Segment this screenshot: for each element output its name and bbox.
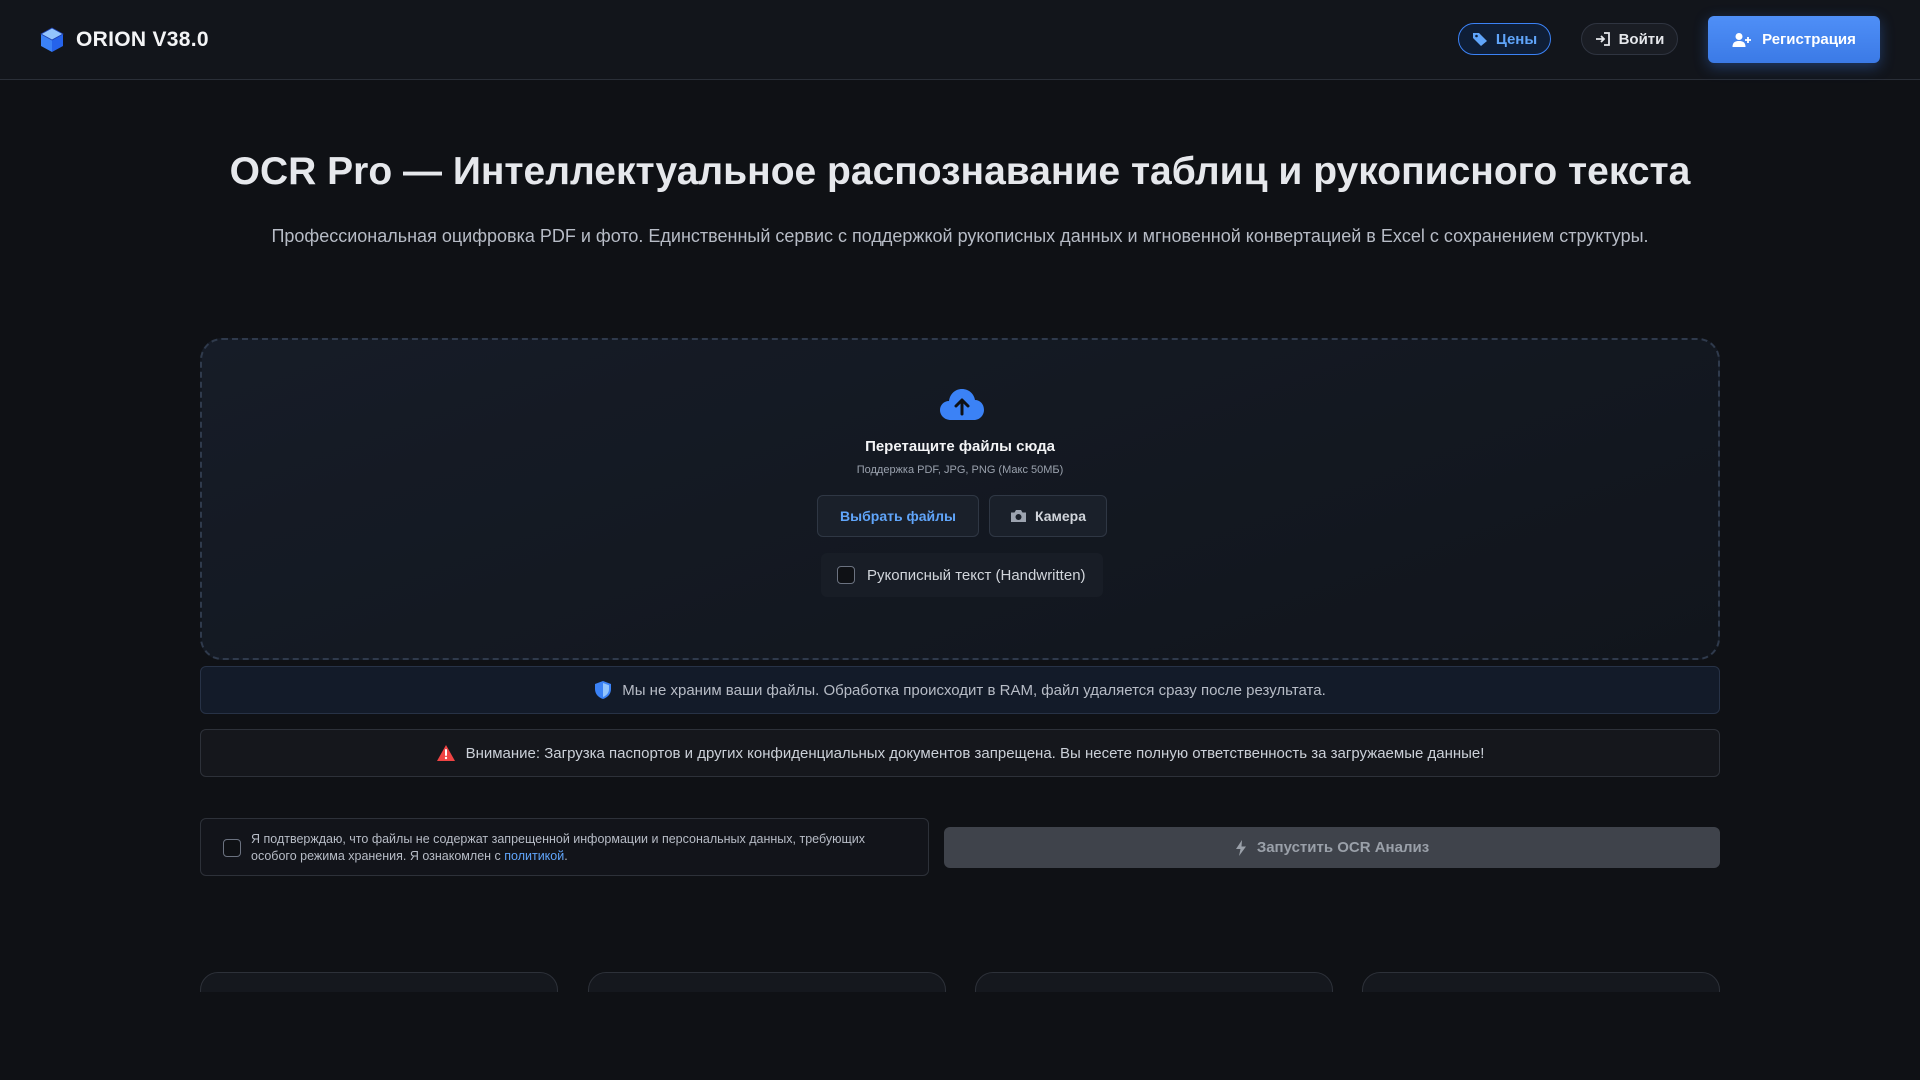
camera-label: Камера: [1035, 508, 1086, 524]
feature-card: [200, 972, 558, 992]
confirm-checkbox[interactable]: [223, 839, 241, 857]
run-ocr-label: Запустить OCR Анализ: [1256, 839, 1430, 856]
dropzone-hint: Поддержка PDF, JPG, PNG (Макс 50МБ): [856, 464, 1064, 476]
bolt-icon: [1235, 839, 1247, 856]
choose-files-button[interactable]: Выбрать файлы: [817, 495, 979, 537]
login-label: Войти: [1618, 30, 1665, 48]
dropzone-title: Перетащите файлы сюда: [865, 438, 1055, 455]
choose-files-label: Выбрать файлы: [840, 508, 956, 524]
privacy-text: Мы не храним ваши файлы. Обработка проис…: [622, 681, 1326, 699]
handwritten-toggle[interactable]: Рукописный текст (Handwritten): [821, 553, 1103, 597]
top-navigation-bar: ORION V38.0 Цены Войти Регистрация: [0, 0, 1920, 80]
brand-logo[interactable]: ORION V38.0: [38, 24, 209, 56]
policy-link[interactable]: политикой: [504, 849, 564, 863]
confirm-text: Я подтверждаю, что файлы не содержат зап…: [251, 831, 911, 865]
brand-name: ORION V38.0: [76, 28, 209, 51]
prices-button[interactable]: Цены: [1458, 23, 1551, 55]
login-button[interactable]: Войти: [1581, 23, 1678, 55]
warning-notice: Внимание: Загрузка паспортов и других ко…: [200, 729, 1720, 777]
warning-icon: [436, 744, 456, 762]
prices-label: Цены: [1495, 30, 1538, 48]
handwritten-checkbox[interactable]: [837, 566, 855, 584]
confirm-suffix: .: [564, 849, 568, 863]
feature-card: [1362, 972, 1720, 992]
feature-card: [975, 972, 1333, 992]
cube-icon: [38, 26, 66, 54]
login-icon: [1595, 31, 1611, 47]
privacy-notice: Мы не храним ваши файлы. Обработка проис…: [200, 666, 1720, 714]
confirm-terms[interactable]: Я подтверждаю, что файлы не содержат зап…: [200, 818, 929, 876]
user-plus-icon: [1732, 32, 1752, 48]
warning-text: Внимание: Загрузка паспортов и других ко…: [465, 744, 1485, 762]
feature-card: [588, 972, 946, 992]
camera-button[interactable]: Камера: [989, 495, 1107, 537]
run-ocr-button[interactable]: Запустить OCR Анализ: [944, 827, 1720, 868]
register-button[interactable]: Регистрация: [1708, 16, 1880, 63]
tag-icon: [1472, 31, 1488, 47]
page-title: OCR Pro — Интеллектуальное распознавание…: [229, 150, 1691, 193]
shield-icon: [594, 680, 612, 700]
register-label: Регистрация: [1762, 31, 1856, 48]
camera-icon: [1010, 509, 1027, 523]
cloud-upload-icon: [939, 386, 985, 422]
page-subtitle: Профессиональная оцифровка PDF и фото. Е…: [271, 226, 1649, 246]
feature-cards: [200, 972, 1720, 992]
handwritten-label: Рукописный текст (Handwritten): [867, 566, 1086, 584]
file-dropzone[interactable]: Перетащите файлы сюда Поддержка PDF, JPG…: [200, 338, 1720, 660]
